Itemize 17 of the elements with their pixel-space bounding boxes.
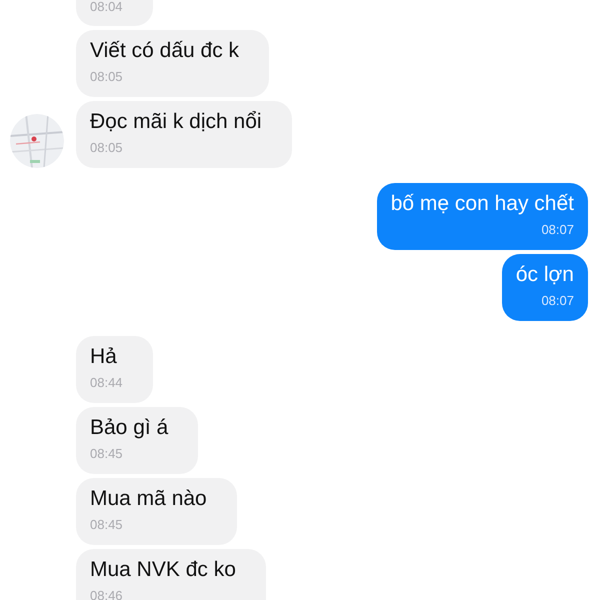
message-time: 08:46 (90, 587, 123, 600)
message-time: 08:45 (90, 445, 123, 462)
message-time: 08:44 (90, 374, 123, 391)
message-text: óc lợn (516, 262, 574, 288)
message-text: Viết có dấu đc k (90, 38, 240, 64)
message-text: bố mẹ con hay chết (390, 191, 574, 217)
message-time: 08:04 (90, 0, 123, 13)
message-time: 08:07 (541, 221, 574, 238)
message-time: 08:45 (90, 516, 123, 533)
message-text: Mua NVK đc ko (90, 557, 236, 583)
message-text: Mua mã nào (90, 486, 207, 512)
message-text: Bảo gì á (90, 415, 168, 441)
message-text: Đọc mãi k dịch nổi (90, 109, 262, 135)
message-time: 08:05 (90, 139, 123, 156)
message-time: 08:05 (90, 68, 123, 85)
message-time: 08:07 (541, 292, 574, 309)
message-text: Hả (90, 344, 118, 370)
